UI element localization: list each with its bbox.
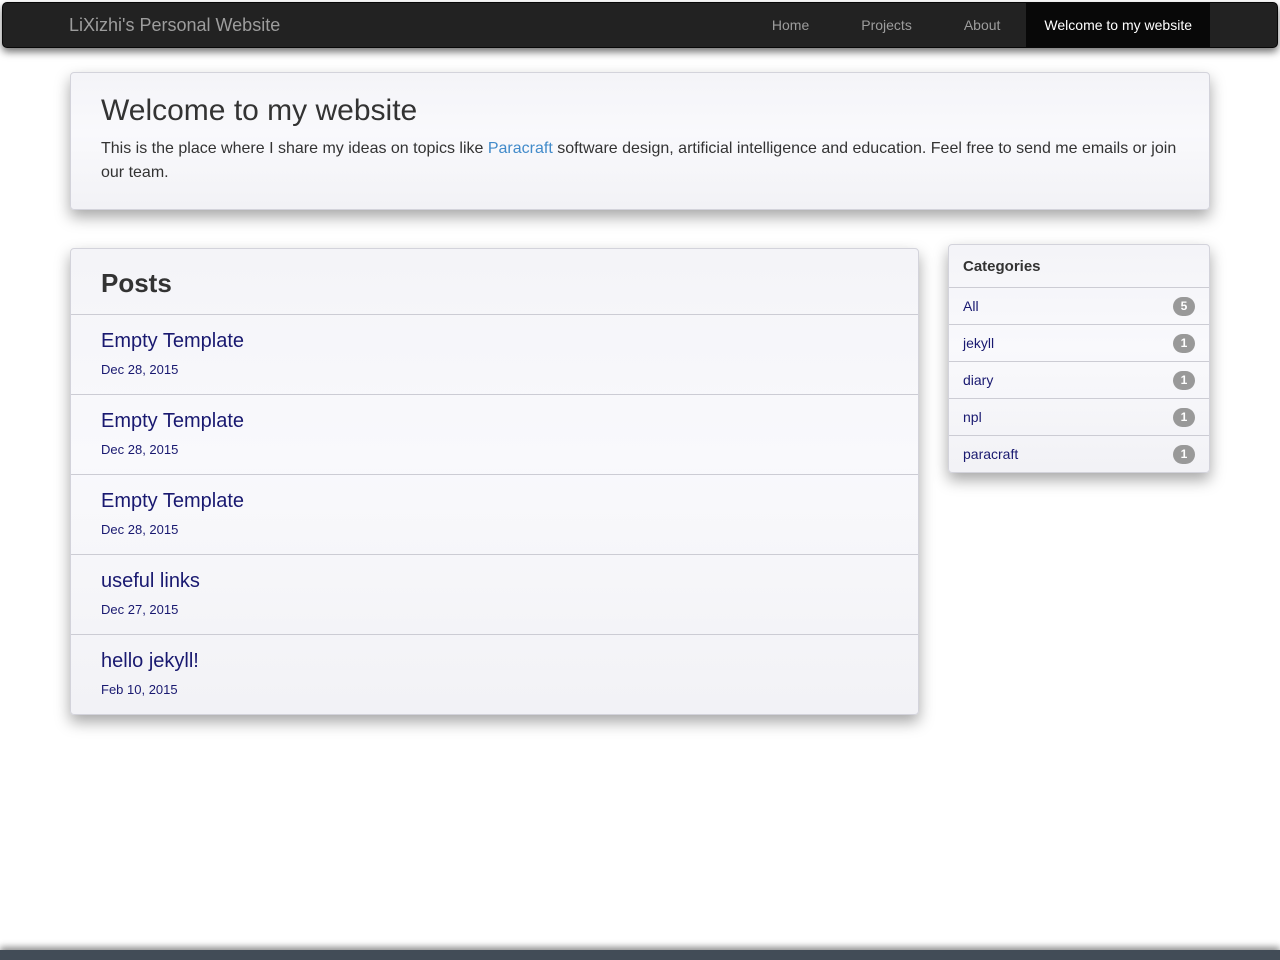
post-date: Dec 28, 2015 <box>101 522 888 537</box>
navbar-brand[interactable]: LiXizhi's Personal Website <box>3 3 280 47</box>
category-item[interactable]: All 5 <box>949 287 1209 324</box>
posts-list: Empty Template Dec 28, 2015 Empty Templa… <box>71 314 918 714</box>
post-item: Empty Template Dec 28, 2015 <box>71 474 918 554</box>
category-count-badge: 1 <box>1173 445 1195 464</box>
post-date: Dec 28, 2015 <box>101 362 888 377</box>
navbar-item[interactable]: Projects <box>835 3 938 47</box>
category-label[interactable]: paracraft <box>963 446 1018 462</box>
category-label[interactable]: diary <box>963 372 993 388</box>
category-count-badge: 1 <box>1173 334 1195 353</box>
post-date: Dec 28, 2015 <box>101 442 888 457</box>
content-row: Posts Empty Template Dec 28, 2015 Empty … <box>70 248 1210 715</box>
navbar-item-label: Welcome to my website <box>1044 17 1192 33</box>
post-date: Dec 27, 2015 <box>101 602 888 617</box>
posts-title: Posts <box>101 268 888 299</box>
category-item[interactable]: npl 1 <box>949 398 1209 435</box>
post-date: Feb 10, 2015 <box>101 682 888 697</box>
welcome-intro: This is the place where I share my ideas… <box>101 137 1179 185</box>
category-item[interactable]: jekyll 1 <box>949 324 1209 361</box>
category-count-badge: 1 <box>1173 408 1195 427</box>
category-label[interactable]: npl <box>963 409 982 425</box>
category-label[interactable]: jekyll <box>963 335 994 351</box>
navbar-menu: Home Projects About Welcome to my websit… <box>746 3 1210 47</box>
post-title-link[interactable]: useful links <box>101 569 888 594</box>
category-count-badge: 1 <box>1173 371 1195 390</box>
posts-panel: Posts Empty Template Dec 28, 2015 Empty … <box>70 248 919 715</box>
main-content: Welcome to my website This is the place … <box>70 0 1210 715</box>
category-label[interactable]: All <box>963 298 979 314</box>
navbar: LiXizhi's Personal Website Home Projects… <box>2 2 1278 48</box>
welcome-intro-before: This is the place where I share my ideas… <box>101 140 488 157</box>
navbar-item[interactable]: Home <box>746 3 835 47</box>
navbar-item-label: Home <box>772 17 809 33</box>
post-title-link[interactable]: hello jekyll! <box>101 649 888 674</box>
categories-panel: Categories All 5 jekyll 1 diary <box>948 244 1210 473</box>
post-title-link[interactable]: Empty Template <box>101 489 888 514</box>
categories-list: All 5 jekyll 1 diary 1 npl <box>949 287 1209 472</box>
categories-header: Categories <box>949 245 1209 287</box>
navbar-item[interactable]: Welcome to my website <box>1026 3 1210 47</box>
post-title-link[interactable]: Empty Template <box>101 409 888 434</box>
post-item: useful links Dec 27, 2015 <box>71 554 918 634</box>
post-item: hello jekyll! Feb 10, 2015 <box>71 634 918 714</box>
post-item: Empty Template Dec 28, 2015 <box>71 394 918 474</box>
category-item[interactable]: diary 1 <box>949 361 1209 398</box>
navbar-item-label: Projects <box>861 17 912 33</box>
post-title-link[interactable]: Empty Template <box>101 329 888 354</box>
navbar-item[interactable]: About <box>938 3 1027 47</box>
footer-bar <box>0 950 1280 960</box>
categories-title: Categories <box>963 258 1195 275</box>
post-item: Empty Template Dec 28, 2015 <box>71 314 918 394</box>
navbar-item-label: About <box>964 17 1001 33</box>
welcome-panel: Welcome to my website This is the place … <box>70 72 1210 210</box>
welcome-title: Welcome to my website <box>101 94 1179 128</box>
category-count-badge: 5 <box>1173 297 1195 316</box>
paracraft-link[interactable]: Paracraft <box>488 140 553 157</box>
posts-header: Posts <box>71 249 918 314</box>
category-item[interactable]: paracraft 1 <box>949 435 1209 472</box>
